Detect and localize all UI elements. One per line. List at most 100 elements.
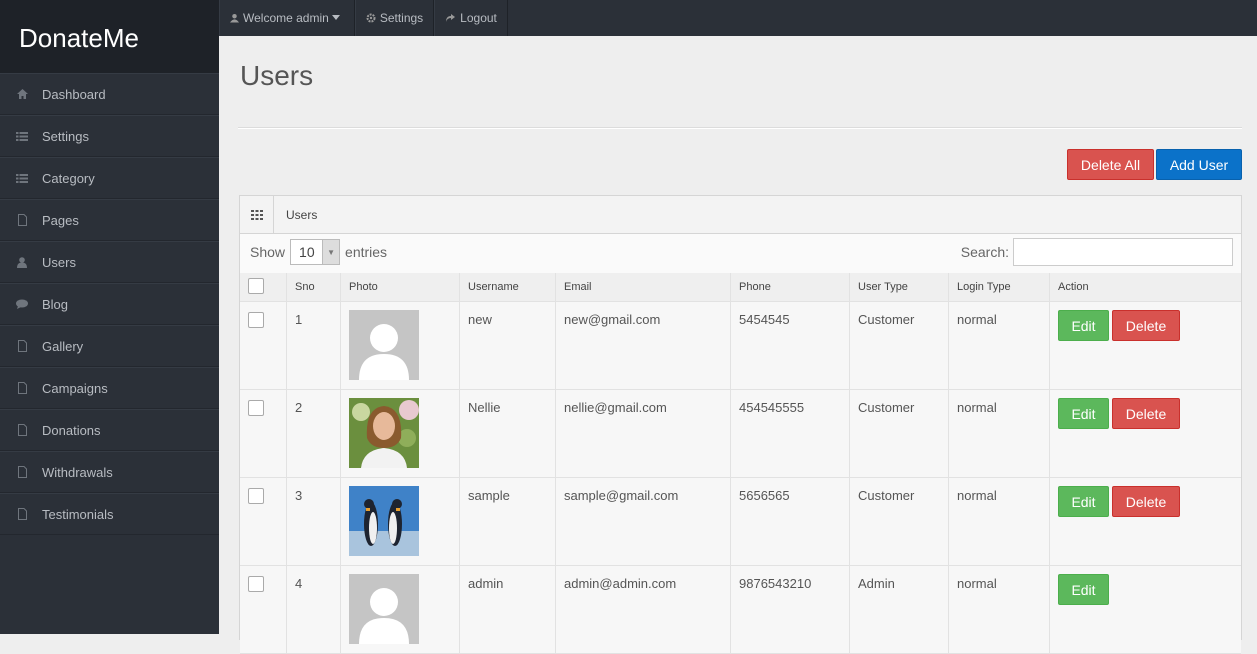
action-cell: Edit Delete: [1049, 389, 1241, 478]
brand-logo[interactable]: DonateMe: [0, 0, 219, 73]
column-header[interactable]: User Type: [849, 273, 949, 302]
logout-link[interactable]: Logout: [434, 0, 508, 36]
share-icon: [446, 14, 456, 22]
edit-button[interactable]: Edit: [1058, 486, 1109, 517]
table-header-row: Sno Photo Username Email Phone User Type…: [240, 273, 1241, 302]
sidebar-item-label: Settings: [42, 128, 89, 144]
search-label: Search:: [960, 244, 1009, 260]
row-checkbox[interactable]: [248, 400, 264, 416]
action-cell: Edit: [1049, 565, 1241, 654]
sidebar-item-category[interactable]: Category: [0, 157, 219, 199]
email-cell: admin@admin.com: [555, 565, 731, 654]
phone-cell: 9876543210: [730, 565, 850, 654]
entries-value: 10: [299, 244, 315, 260]
chevron-down-icon: ▼: [322, 240, 340, 264]
sidebar-item-settings[interactable]: Settings: [0, 115, 219, 157]
edit-button[interactable]: Edit: [1058, 310, 1109, 341]
user-icon: [16, 256, 28, 268]
sidebar-item-label: Campaigns: [42, 380, 108, 396]
panel-title: Users: [286, 207, 318, 222]
logout-label: Logout: [460, 11, 497, 25]
row-checkbox[interactable]: [248, 488, 264, 504]
file-icon: [16, 508, 28, 520]
search-control: Search:: [961, 238, 1233, 266]
column-header[interactable]: Email: [555, 273, 731, 302]
sidebar-item-label: Withdrawals: [42, 464, 113, 480]
select-all-checkbox[interactable]: [248, 277, 264, 294]
settings-link[interactable]: Settings: [354, 0, 435, 36]
sidebar-item-campaigns[interactable]: Campaigns: [0, 367, 219, 409]
avatar: [349, 398, 451, 468]
caret-down-icon: [331, 15, 340, 20]
row-checkbox[interactable]: [248, 576, 264, 592]
table-row: 4 admin admin@admin.com 9876543210 Admin norm…: [240, 565, 1241, 654]
row-checkbox[interactable]: [248, 312, 264, 328]
add-user-button[interactable]: Add User: [1156, 149, 1242, 180]
sidebar-item-testimonials[interactable]: Testimonials: [0, 493, 219, 535]
avatar: [349, 486, 451, 556]
column-header[interactable]: Username: [459, 273, 556, 302]
settings-label: Settings: [379, 11, 424, 25]
sno-cell: 3: [286, 477, 341, 566]
top-bar: Welcome admin Settings Logout: [219, 0, 1257, 36]
welcome-dropdown[interactable]: Welcome admin: [219, 0, 355, 36]
row-select-cell: [240, 301, 287, 390]
column-header[interactable]: Photo: [340, 273, 460, 302]
list-icon: [16, 172, 28, 184]
username-cell: Nellie: [459, 389, 556, 478]
edit-button[interactable]: Edit: [1058, 574, 1109, 605]
photo-cell: [340, 565, 460, 654]
username-cell: admin: [459, 565, 556, 654]
username-cell: sample: [459, 477, 556, 566]
welcome-label: Welcome admin: [243, 11, 329, 25]
entries-select[interactable]: 10 ▼: [290, 239, 341, 265]
user-type-cell: Customer: [849, 301, 949, 390]
column-header[interactable]: Action: [1049, 273, 1241, 302]
photo-cell: [340, 389, 460, 478]
entries-label: entries: [345, 244, 388, 260]
avatar: [349, 310, 451, 380]
user-icon: [230, 13, 239, 23]
row-select-cell: [240, 477, 287, 566]
action-cell: Edit Delete: [1049, 301, 1241, 390]
login-type-cell: normal: [948, 565, 1050, 654]
grid-icon: [240, 196, 274, 233]
sno-cell: 2: [286, 389, 341, 478]
sidebar-item-blog[interactable]: Blog: [0, 283, 219, 325]
sidebar-item-users[interactable]: Users: [0, 241, 219, 283]
column-header[interactable]: Login Type: [948, 273, 1050, 302]
users-panel: Users Show 10 ▼ entries Search: Sno Phot…: [239, 195, 1242, 654]
delete-all-button[interactable]: Delete All: [1067, 149, 1154, 180]
search-input[interactable]: [1013, 238, 1233, 266]
table-row: 3 sample sample@gmail.com 5656565 Customer no…: [240, 477, 1241, 566]
delete-button[interactable]: Delete: [1112, 310, 1180, 341]
sidebar: DonateMe Dashboard Settings Category Pages U…: [0, 0, 219, 634]
photo-cell: [340, 477, 460, 566]
gear-icon: [366, 13, 376, 23]
sidebar-item-label: Pages: [42, 212, 79, 228]
action-cell: Edit Delete: [1049, 477, 1241, 566]
show-label: Show: [250, 244, 286, 260]
sidebar-item-pages[interactable]: Pages: [0, 199, 219, 241]
column-header[interactable]: Phone: [730, 273, 850, 302]
email-cell: nellie@gmail.com: [555, 389, 731, 478]
login-type-cell: normal: [948, 301, 1050, 390]
column-header[interactable]: Sno: [286, 273, 341, 302]
sidebar-item-label: Category: [42, 170, 95, 186]
sidebar-item-label: Dashboard: [42, 86, 106, 102]
phone-cell: 454545555: [730, 389, 850, 478]
user-type-cell: Customer: [849, 389, 949, 478]
email-cell: new@gmail.com: [555, 301, 731, 390]
file-icon: [16, 424, 28, 436]
edit-button[interactable]: Edit: [1058, 398, 1109, 429]
list-icon: [16, 130, 28, 142]
delete-button[interactable]: Delete: [1112, 398, 1180, 429]
sidebar-item-withdrawals[interactable]: Withdrawals: [0, 451, 219, 493]
sidebar-item-dashboard[interactable]: Dashboard: [0, 73, 219, 115]
sidebar-item-label: Blog: [42, 296, 69, 312]
sidebar-item-gallery[interactable]: Gallery: [0, 325, 219, 367]
delete-button[interactable]: Delete: [1112, 486, 1180, 517]
user-type-cell: Customer: [849, 477, 949, 566]
login-type-cell: normal: [948, 477, 1050, 566]
sidebar-item-donations[interactable]: Donations: [0, 409, 219, 451]
